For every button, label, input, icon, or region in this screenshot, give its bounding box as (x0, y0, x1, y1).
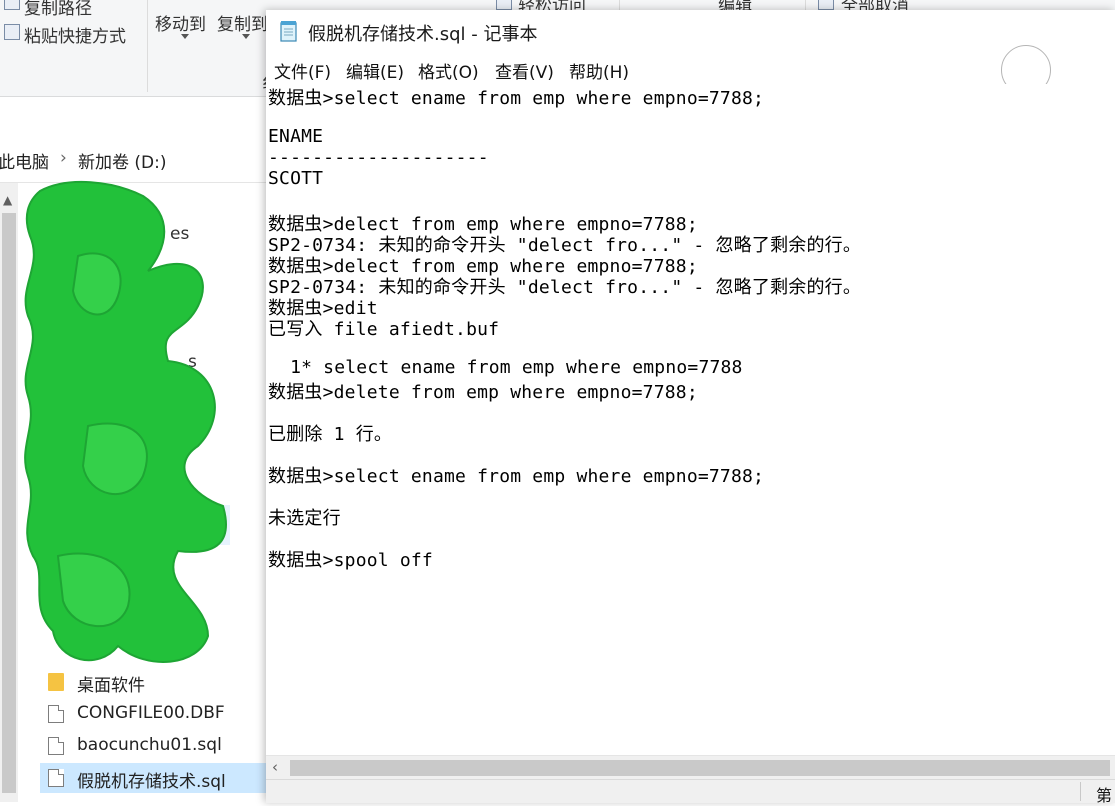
menu-bar: 文件(F) 编辑(E) 格式(O) 查看(V) 帮助(H) (266, 54, 1115, 84)
ribbon-separator (147, 0, 148, 92)
copy-to-button[interactable]: 复制到 (217, 10, 268, 35)
notepad-app-icon (280, 21, 297, 42)
copy-path-button[interactable]: 复制路径 (24, 0, 92, 19)
text-editor-area[interactable]: 数据虫>select ename from emp where empno=77… (266, 84, 1115, 755)
editor-line: 数据虫>delete from emp where empno=7788; (268, 382, 698, 403)
editor-line: ENAME (268, 126, 324, 147)
copy-path-icon (4, 0, 20, 10)
file-icon (48, 737, 64, 755)
nav-scrollbar[interactable]: ▲ (0, 183, 18, 802)
file-icon (48, 705, 64, 723)
easy-access-icon (496, 0, 512, 10)
nav-item-label: CONGFILE00.DBF (77, 703, 225, 723)
move-to-chevron-down-icon[interactable] (181, 34, 189, 39)
editor-line: 1* select ename from emp where empno=778… (268, 357, 743, 378)
status-bar: 第 (266, 779, 1115, 805)
paste-shortcut-icon (4, 24, 20, 40)
paste-shortcut-button[interactable]: 粘贴快捷方式 (24, 22, 126, 47)
status-line-column: 第 (1096, 786, 1113, 805)
redaction-scribble (24, 181, 227, 663)
move-to-button[interactable]: 移动到 (155, 10, 206, 35)
menu-file[interactable]: 文件(F) (274, 58, 331, 83)
scroll-left-icon[interactable]: ‹ (272, 758, 278, 776)
breadcrumb-drive[interactable]: 新加卷 (D:) (78, 148, 167, 173)
editor-line: 已删除 1 行。 (268, 424, 393, 445)
editor-line: 数据虫>select ename from emp where empno=77… (268, 466, 765, 487)
copy-to-chevron-down-icon[interactable] (242, 34, 250, 39)
window-title: 假脱机存储技术.sql - 记事本 (308, 24, 538, 45)
scroll-up-icon[interactable]: ▲ (3, 193, 12, 207)
editor-line: -------------------- (268, 147, 489, 168)
nav-item-label: baocunchu01.sql (77, 735, 222, 755)
editor-line: SCOTT (268, 168, 324, 189)
horizontal-scrollbar-thumb[interactable] (290, 760, 1110, 776)
nav-item-baocunchu[interactable]: baocunchu01.sql (40, 731, 266, 761)
menu-format[interactable]: 格式(O) (418, 58, 479, 83)
select-none-icon (818, 0, 834, 10)
editor-line: 数据虫>select ename from emp where empno=77… (268, 88, 765, 109)
nav-item-congfile[interactable]: CONGFILE00.DBF (40, 699, 266, 729)
menu-view[interactable]: 查看(V) (495, 58, 554, 83)
status-separator (1080, 782, 1081, 801)
chevron-right-icon[interactable]: › (60, 148, 67, 168)
nav-item-label: 假脱机存储技术.sql (77, 772, 226, 792)
editor-line: 数据虫>spool off (268, 550, 433, 571)
nav-item-spool-sql[interactable]: 假脱机存储技术.sql (40, 763, 266, 793)
nav-scrollbar-thumb[interactable] (2, 213, 16, 793)
menu-edit[interactable]: 编辑(E) (346, 58, 404, 83)
file-icon (48, 769, 64, 787)
editor-line: 未选定行 (268, 508, 341, 529)
notepad-window[interactable]: 假脱机存储技术.sql - 记事本 文件(F) 编辑(E) 格式(O) 查看(V… (266, 10, 1115, 805)
horizontal-scrollbar[interactable]: ‹ (266, 755, 1115, 780)
menu-help[interactable]: 帮助(H) (569, 58, 629, 83)
notepad-title-bar[interactable]: 假脱机存储技术.sql - 记事本 (266, 10, 1115, 54)
editor-line: 已写入 file afiedt.buf (268, 319, 500, 340)
breadcrumb-this-pc[interactable]: 此电脑 (0, 148, 49, 173)
